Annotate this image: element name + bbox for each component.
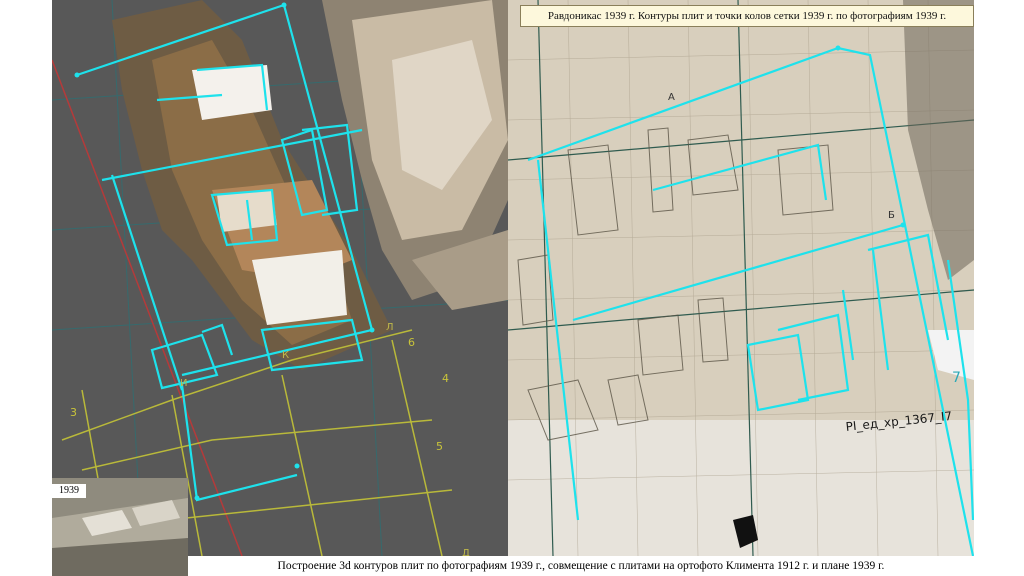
slide-caption: Построение 3d контуров плит по фотографи…	[188, 556, 974, 576]
grid-letter-i: И	[180, 378, 188, 389]
plan-grid-letter-a: А	[668, 92, 675, 103]
slide-title: Равдоникас 1939 г. Контуры плит и точки …	[520, 5, 974, 27]
grid-number-3: 3	[70, 406, 77, 419]
grid-number-4: 4	[442, 372, 449, 385]
grid-number-5: 5	[436, 440, 443, 453]
inset-year-label: 1939	[52, 484, 86, 498]
grid-letter-l: Л	[386, 322, 394, 333]
plan-grid-number-7: 7	[952, 370, 961, 386]
3d-model-scene	[52, 0, 508, 556]
3d-model-view: 3 4 5 6 Л К И Д	[52, 0, 508, 556]
plan-overlay-scene	[508, 0, 974, 556]
plan-overlay-view: 7 А Б	[508, 0, 974, 556]
plan-grid-letter-b: Б	[888, 210, 895, 221]
grid-letter-k: К	[282, 350, 290, 361]
mesh-texture	[112, 0, 508, 370]
grid-letter-d: Д	[462, 548, 470, 556]
grid-number-6: 6	[408, 336, 415, 349]
